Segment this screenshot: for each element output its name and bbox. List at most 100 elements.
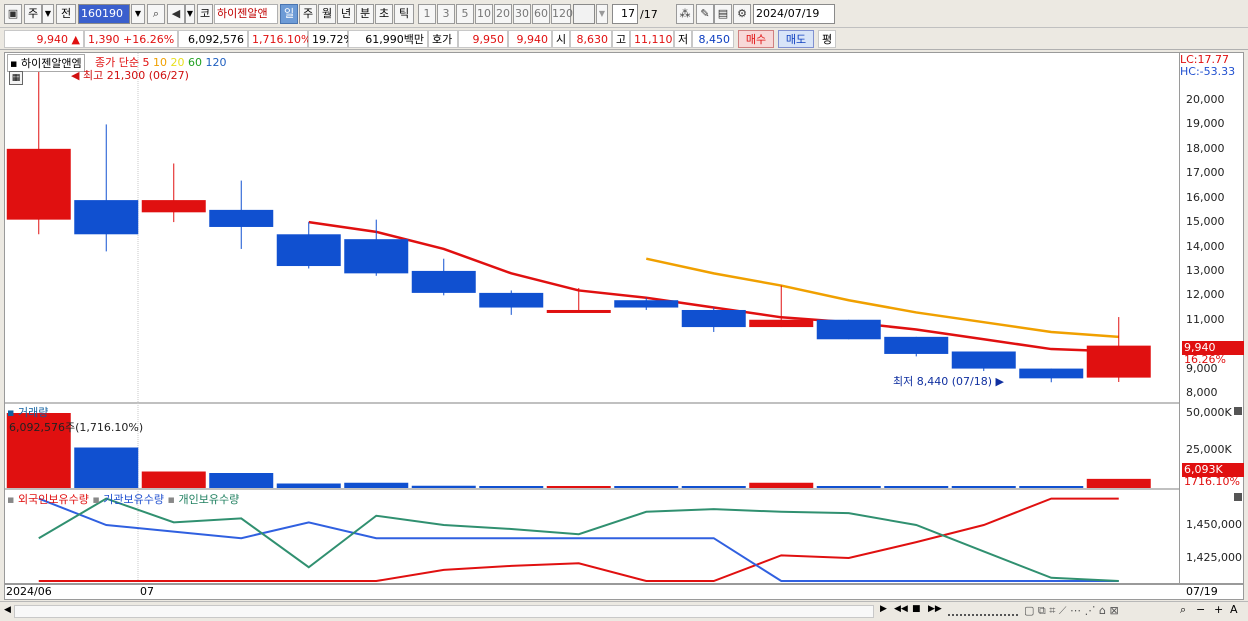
period-second-tab[interactable]: 초 <box>375 4 393 24</box>
x-month-label: 07 <box>140 585 154 598</box>
candle-body <box>276 234 341 267</box>
volume-bar <box>951 486 1016 488</box>
candle-body <box>816 319 881 340</box>
volume-bar <box>1086 478 1151 488</box>
volume-annotation: 6,092,576주(1,716.10%) <box>9 421 144 434</box>
interval-60-button[interactable]: 60 <box>532 4 550 24</box>
count-total: /17 <box>640 8 658 21</box>
date-input[interactable]: 2024/07/19 <box>753 4 835 24</box>
drawing-tool-icon[interactable]: ✎ <box>696 4 714 24</box>
font-size-icon[interactable]: A <box>1230 603 1238 616</box>
x-start-label: 2024/06 <box>6 585 52 598</box>
period-day-tab[interactable]: 일 <box>280 4 298 24</box>
horizontal-scrollbar[interactable] <box>14 605 874 618</box>
candle-body <box>749 319 814 328</box>
holdings-legend: ▪ 외국인보유수량 ▪ 기관보유수량 ▪ 개인보유수량 <box>7 493 240 506</box>
stock-code-input[interactable]: 160190 <box>78 4 130 24</box>
period-year-tab[interactable]: 년 <box>337 4 355 24</box>
buy-button[interactable]: 매수 <box>738 30 774 48</box>
volume-bar <box>884 486 949 488</box>
zoom-slider[interactable] <box>948 606 1018 616</box>
code-prefix-label[interactable]: 코 <box>197 4 213 24</box>
foreign-holdings-label: 외국인보유수량 <box>17 493 89 506</box>
compare-icon[interactable]: ⁂ <box>676 4 694 24</box>
volume-rate: 1,716.10% <box>248 30 311 48</box>
high-annotation: ◀ 최고 21,300 (06/27) <box>71 69 189 82</box>
volume-bar <box>614 486 679 488</box>
toolbar: ▣ 주 ▼ 전 160190 ▼ ⌕ ◀ ▼ 코 하이젠알앤 일 주 월 년 분… <box>0 0 1248 28</box>
chart-plot-area[interactable]: ▪ 하이젠알앤엠 종가 단순 5 10 20 60 120 ▦ ◀ 최고 21,… <box>4 52 1180 584</box>
volume-panel-close-icon[interactable] <box>1234 407 1242 415</box>
volume-tick-label: 50,000K <box>1186 406 1232 419</box>
volume-bar <box>546 486 611 488</box>
individual-holdings-label: 개인보유수량 <box>178 493 240 506</box>
price-tick-label: 18,000 <box>1186 141 1225 155</box>
interval-custom-input[interactable] <box>573 4 595 24</box>
interval-1-button[interactable]: 1 <box>418 4 436 24</box>
period-tick-tab[interactable]: 틱 <box>394 4 414 24</box>
open-label: 시 <box>552 30 570 48</box>
date-axis: 2024/06 07 07/19 <box>4 584 1244 600</box>
candle-body <box>546 309 611 313</box>
ask-label: 호가 <box>428 30 458 48</box>
period-minute-tab[interactable]: 분 <box>356 4 374 24</box>
prev-button[interactable]: 전 <box>56 4 76 24</box>
eval-button[interactable]: 평 <box>818 30 836 48</box>
price-axis[interactable]: LC:17.77 HC:-53.33 20,000 19,000 18,000 17,… <box>1180 52 1244 584</box>
price-tick-label: 15,000 <box>1186 215 1225 229</box>
volume-value: 6,092,576 <box>178 30 248 48</box>
open-price: 8,630 <box>570 30 612 48</box>
holdings-panel-close-icon[interactable] <box>1234 493 1242 501</box>
volume-bar <box>411 485 476 488</box>
zoom-in-icon[interactable]: + <box>1214 603 1223 616</box>
count-input[interactable]: 17 <box>612 4 638 24</box>
ma-120-label: 120 <box>205 56 227 69</box>
period-month-tab[interactable]: 월 <box>318 4 336 24</box>
volume-bar <box>1019 486 1084 488</box>
gear-icon[interactable]: ⚙ <box>733 4 751 24</box>
interval-5-button[interactable]: 5 <box>456 4 474 24</box>
zoom-search-icon[interactable]: ⌕ <box>1180 603 1186 617</box>
low-price: 8,450 <box>692 30 734 48</box>
interval-dropdown-icon[interactable]: ▼ <box>596 4 608 24</box>
interval-120-button[interactable]: 120 <box>551 4 573 24</box>
calculator-icon[interactable]: ▦ <box>9 71 23 85</box>
stop-icon[interactable]: ■ <box>912 604 921 614</box>
candle-body <box>1086 345 1151 378</box>
rewind-icon[interactable]: ◀◀ <box>894 604 908 614</box>
sell-button[interactable]: 매도 <box>778 30 814 48</box>
interval-20-button[interactable]: 20 <box>494 4 512 24</box>
candle-body <box>614 300 679 308</box>
save-icon[interactable]: ▤ <box>714 4 732 24</box>
candle-body <box>1019 368 1084 379</box>
candle-body <box>411 270 476 293</box>
high-price: 11,110 <box>630 30 674 48</box>
volume-bar <box>749 482 814 488</box>
volume-rate-tag: 1716.10% <box>1184 475 1240 488</box>
play-icon[interactable]: ▶▶ <box>928 604 942 614</box>
period-week-tab[interactable]: 주 <box>299 4 317 24</box>
interval-3-button[interactable]: 3 <box>437 4 455 24</box>
scroll-right-icon[interactable]: ▶ <box>880 604 887 614</box>
interval-10-button[interactable]: 10 <box>475 4 493 24</box>
price-tick-label: 13,000 <box>1186 263 1225 277</box>
window-menu-icon[interactable]: ▣ <box>4 4 22 24</box>
interval-30-button[interactable]: 30 <box>513 4 531 24</box>
volume-bar <box>141 471 206 488</box>
price-tick-label: 20,000 <box>1186 93 1225 106</box>
trade-amount: 61,990백만 <box>348 30 428 48</box>
search-icon[interactable]: ⌕ <box>147 4 165 24</box>
chart-tool-icons[interactable]: ▢ ⧉ ⌗ ⟋ ⋯ ⋰ ⌂ ⊠ <box>1024 604 1119 618</box>
scroll-toolbar: ◀ ▶ ◀◀ ■ ▶▶ ▢ ⧉ ⌗ ⟋ ⋯ ⋰ ⌂ ⊠ ⌕ − + A <box>0 601 1248 621</box>
zoom-out-icon[interactable]: − <box>1196 603 1205 616</box>
candle-body <box>681 309 746 328</box>
speaker-dropdown-icon[interactable]: ▼ <box>185 4 195 24</box>
scroll-left-icon[interactable]: ◀ <box>4 605 11 615</box>
speaker-icon[interactable]: ◀ <box>167 4 185 24</box>
volume-bar <box>276 483 341 488</box>
market-button[interactable]: 주 <box>24 4 42 24</box>
low-label: 저 <box>674 30 692 48</box>
market-dropdown-icon[interactable]: ▼ <box>42 4 54 24</box>
volume-bar <box>479 486 544 488</box>
code-dropdown-icon[interactable]: ▼ <box>131 4 145 24</box>
